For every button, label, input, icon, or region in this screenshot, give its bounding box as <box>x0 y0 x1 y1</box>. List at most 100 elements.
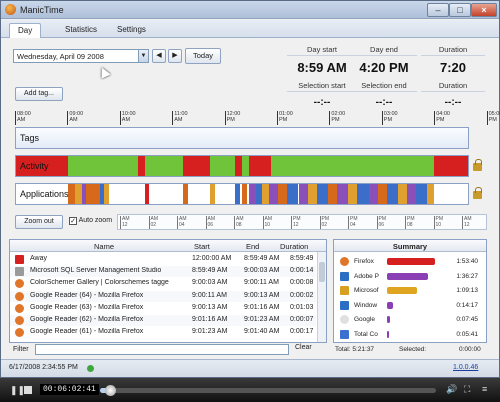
column-header-start[interactable]: Start <box>194 242 210 251</box>
application-segment[interactable] <box>242 184 247 204</box>
application-segment[interactable] <box>298 184 308 204</box>
application-segment[interactable] <box>74 184 82 204</box>
application-segment[interactable] <box>416 184 428 204</box>
tab-statistics[interactable]: Statistics <box>57 23 105 38</box>
menu-icon[interactable]: ≡ <box>482 384 487 394</box>
table-row[interactable]: Microsoft SQL Server Management Studio 8:… <box>10 266 316 278</box>
fullscreen-icon[interactable]: ⛶ <box>464 384 470 395</box>
lock-icon[interactable] <box>473 187 482 199</box>
summary-row[interactable]: Adobe P 1:36:27 <box>334 269 480 283</box>
tab-settings[interactable]: Settings <box>109 23 154 38</box>
activity-segment[interactable] <box>183 156 211 176</box>
activity-segment[interactable] <box>235 156 242 176</box>
maximize-button[interactable]: □ <box>449 3 471 17</box>
version-link[interactable]: 1.0.0.46 <box>453 364 478 371</box>
tab-day[interactable]: Day <box>9 23 42 38</box>
application-segment[interactable] <box>262 184 270 204</box>
list-scrollbar[interactable] <box>317 252 326 342</box>
clear-button[interactable]: Clear <box>295 344 312 351</box>
table-row[interactable]: Google Reader (63) - Mozilla Firefox 9:00… <box>10 303 316 314</box>
application-segment[interactable] <box>357 184 369 204</box>
activity-segment[interactable] <box>242 156 249 176</box>
application-segment[interactable] <box>406 184 416 204</box>
application-segment[interactable] <box>104 184 109 204</box>
application-segment[interactable] <box>235 184 240 204</box>
table-row[interactable]: Google Reader (62) - Mozilla Firefox 9:01… <box>10 315 316 326</box>
applications-timeline[interactable]: Applications <box>15 183 469 205</box>
checkbox-checked-icon[interactable]: ✓ <box>69 217 77 225</box>
activity-segment[interactable] <box>434 156 468 176</box>
application-segment[interactable] <box>397 184 407 204</box>
application-segment[interactable] <box>269 184 279 204</box>
scrollbar-thumb[interactable] <box>319 262 325 282</box>
summary-app-time: 0:07:45 <box>456 316 478 323</box>
add-tag-button[interactable]: Add tag... <box>15 87 63 101</box>
chevron-down-icon[interactable]: ▼ <box>138 50 148 62</box>
application-segment[interactable] <box>427 184 435 204</box>
filter-input[interactable] <box>35 344 289 355</box>
table-row[interactable]: Away 12:00:00 AM 8:59:49 AM 8:59:49 <box>10 254 316 265</box>
application-segment[interactable] <box>327 184 337 204</box>
column-header-end[interactable]: End <box>246 242 259 251</box>
table-row[interactable]: ColorSchemer Gallery | Colorschemes tagg… <box>10 278 316 289</box>
summary-row[interactable]: Google 0:07:45 <box>334 312 480 326</box>
application-segment[interactable] <box>278 184 288 204</box>
overview-tick-hour: 10 <box>264 222 271 228</box>
overview-ruler[interactable]: AM 12 AM 02 AM 04 AM 06 AM 08 AM 10 PM 12 PM 02 PM 04 PM 06… <box>117 214 487 230</box>
next-day-button[interactable]: ▶ <box>168 49 182 63</box>
application-segment[interactable] <box>144 184 150 204</box>
activity-segment[interactable] <box>210 156 236 176</box>
table-row[interactable]: Google Reader (64) - Mozilla Firefox 9:00… <box>10 290 316 302</box>
lock-icon[interactable] <box>473 159 482 171</box>
date-picker[interactable]: Wednesday, April 09 2008 ▼ <box>13 49 149 63</box>
application-segment[interactable] <box>386 184 398 204</box>
summary-row[interactable]: Microsof 1:09:13 <box>334 283 480 297</box>
application-segment[interactable] <box>210 184 215 204</box>
pause-icon[interactable]: ❚❚ <box>10 385 25 396</box>
minimize-button[interactable]: – <box>427 3 449 17</box>
total-commander-icon <box>340 329 349 339</box>
seek-bar[interactable] <box>100 385 436 396</box>
day-end-label: Day end <box>351 45 417 56</box>
summary-row[interactable]: Firefox 1:53:40 <box>334 254 480 268</box>
today-button[interactable]: Today <box>185 48 221 64</box>
application-segment[interactable] <box>377 184 387 204</box>
column-header-name[interactable]: Name <box>94 242 114 251</box>
seek-handle[interactable] <box>105 385 117 396</box>
application-segment[interactable] <box>368 184 378 204</box>
status-bar: 6/17/2008 2:34:55 PM 1.0.0.46 <box>1 359 499 377</box>
row-end: 9:00:11 AM <box>244 279 279 287</box>
application-segment[interactable] <box>287 184 299 204</box>
application-segment[interactable] <box>183 184 188 204</box>
activity-segment[interactable] <box>138 156 145 176</box>
previous-day-button[interactable]: ◀ <box>152 49 166 63</box>
row-start: 9:00:13 AM <box>192 303 228 311</box>
activity-segment[interactable] <box>271 156 435 176</box>
application-segment[interactable] <box>307 184 317 204</box>
application-segment[interactable] <box>255 184 263 204</box>
application-segment[interactable] <box>86 184 100 204</box>
firefox-icon <box>15 291 24 301</box>
auto-zoom-checkbox[interactable]: ✓ Auto zoom <box>69 217 112 225</box>
overview-tick-hour: 12 <box>464 222 470 228</box>
table-row[interactable]: Google Reader (61) - Mozilla Firefox 9:01… <box>10 327 316 338</box>
row-name: Away <box>30 255 47 262</box>
zoom-out-button[interactable]: Zoom out <box>15 215 63 229</box>
application-segment[interactable] <box>336 184 349 204</box>
tags-timeline[interactable]: Tags <box>15 127 469 149</box>
volume-icon[interactable]: 🔊 <box>446 384 457 395</box>
application-segment[interactable] <box>316 184 328 204</box>
summary-row[interactable]: Window 0:14:17 <box>334 298 480 312</box>
activity-segment[interactable] <box>144 156 184 176</box>
close-button[interactable]: × <box>471 3 497 17</box>
summary-row[interactable]: Total Co 0:05:41 <box>334 327 480 341</box>
activity-timeline[interactable]: Activity <box>15 155 469 177</box>
stop-icon[interactable] <box>24 386 32 394</box>
row-end: 9:01:16 AM <box>244 303 280 311</box>
application-segment[interactable] <box>248 184 256 204</box>
column-header-duration[interactable]: Duration <box>280 242 308 251</box>
activity-segment[interactable] <box>67 156 139 176</box>
summary-app-name: Microsof <box>354 287 379 294</box>
application-segment[interactable] <box>348 184 358 204</box>
activity-segment[interactable] <box>248 156 272 176</box>
